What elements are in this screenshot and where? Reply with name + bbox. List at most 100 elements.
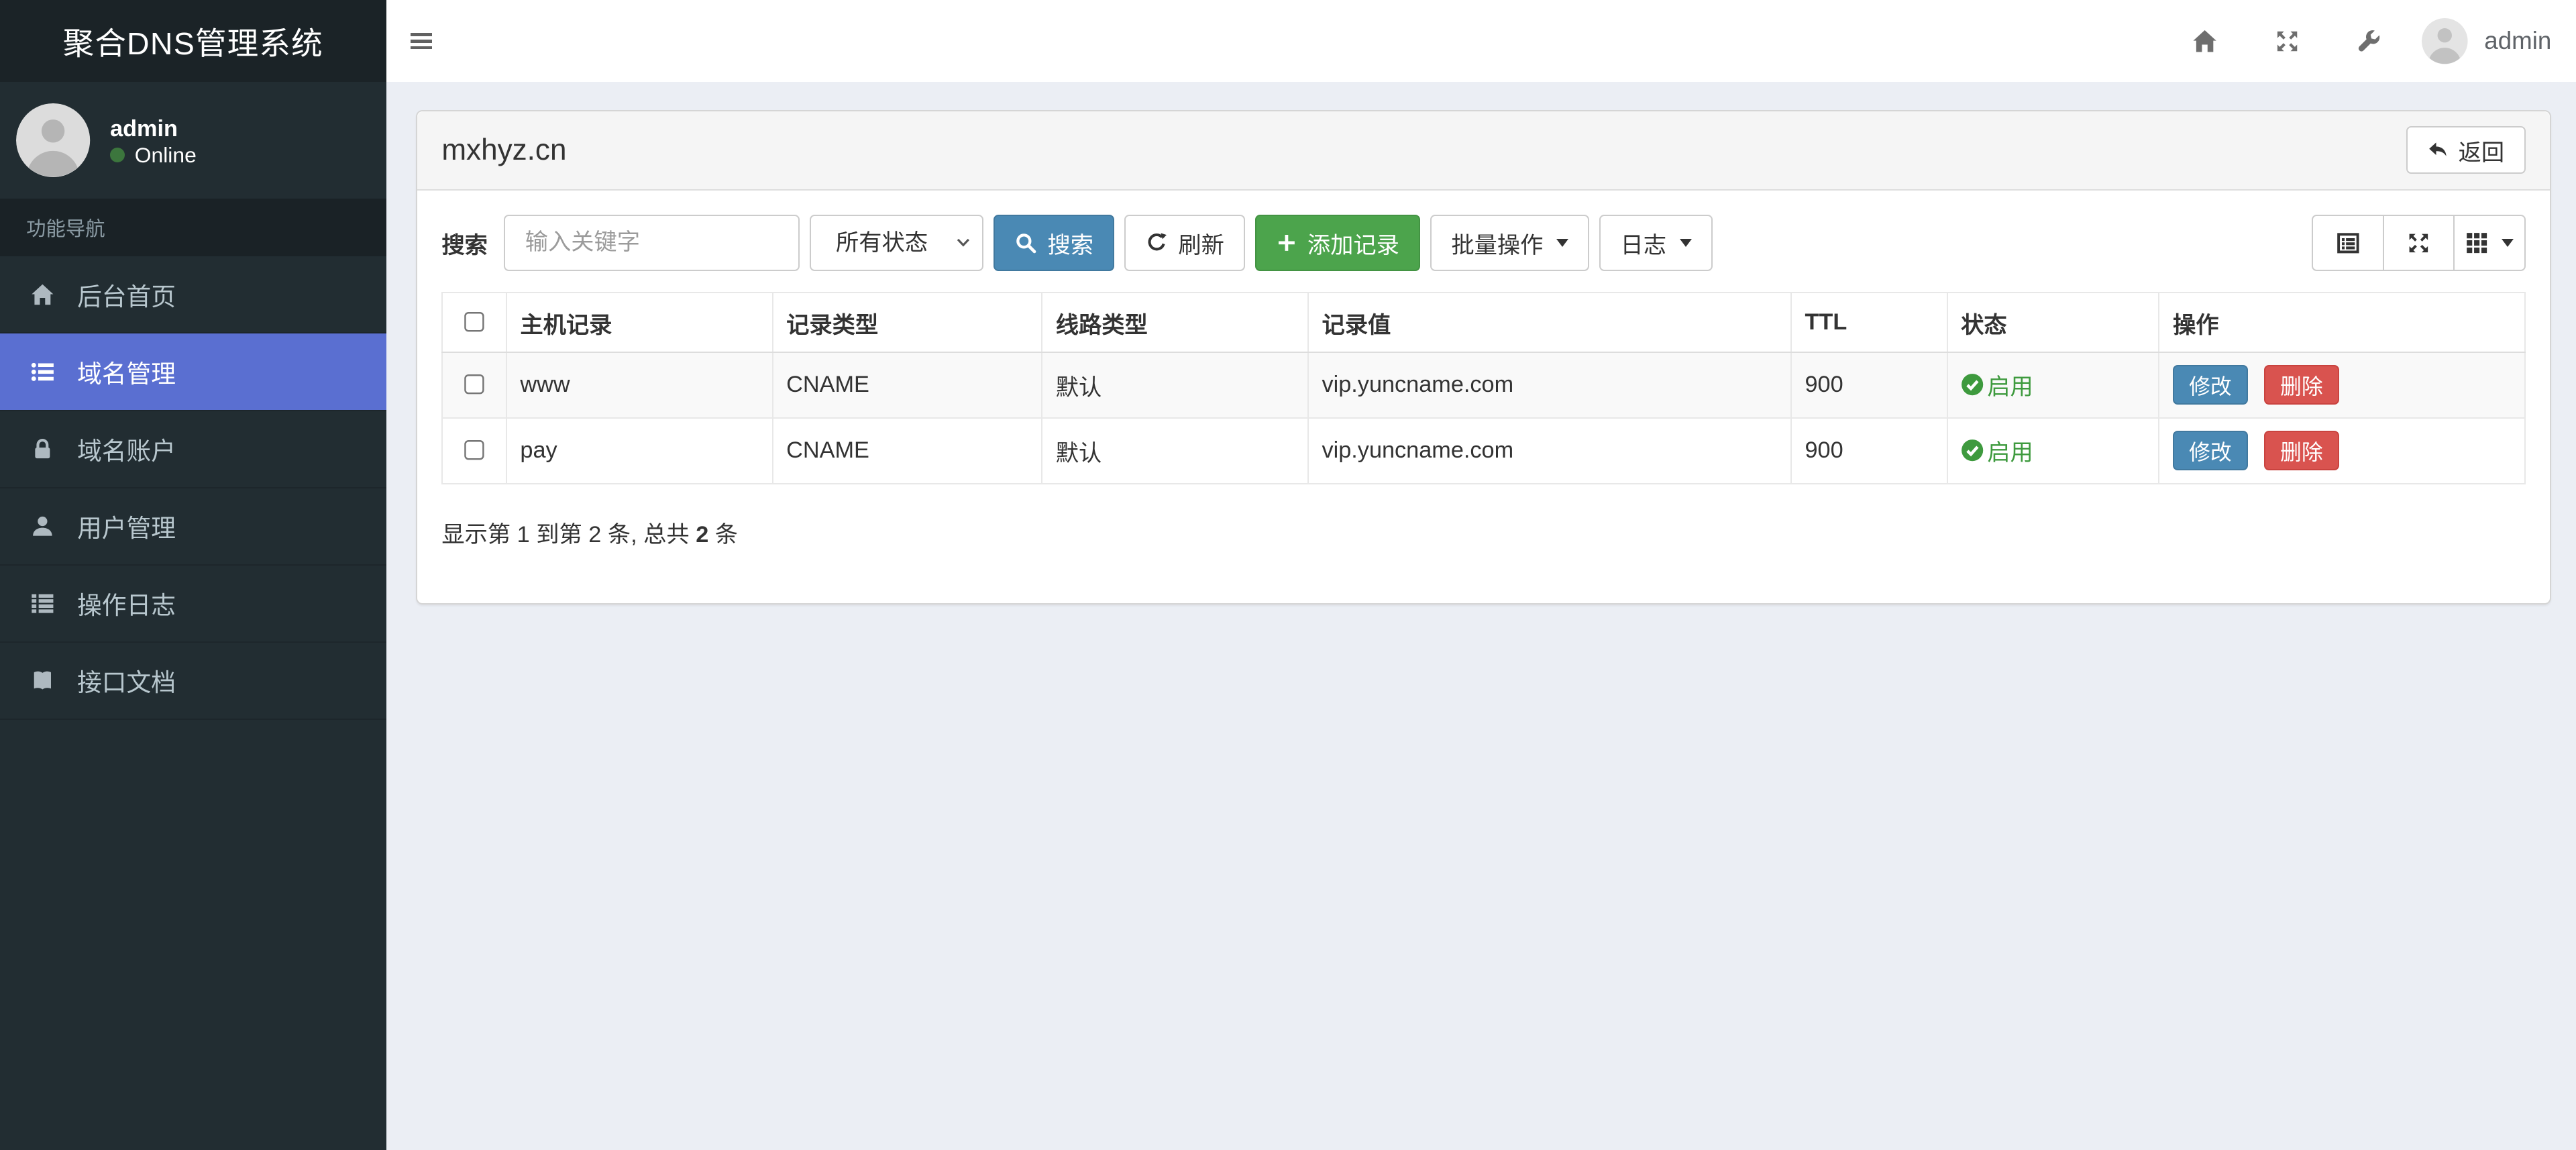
records-table: 主机记录 记录类型 线路类型 记录值 TTL 状态 操作 www CNAME 默… — [441, 292, 2526, 484]
list-icon — [26, 591, 59, 616]
column-header-status: 状态 — [1946, 292, 2160, 353]
search-icon — [1014, 231, 1037, 254]
caret-down-icon — [1556, 238, 1568, 247]
card-view-icon — [2336, 231, 2361, 256]
user-avatar — [16, 103, 91, 178]
check-circle-icon — [1962, 373, 1984, 396]
caret-down-icon — [1679, 238, 1692, 247]
cell-host: pay — [505, 417, 773, 484]
card-view-button[interactable] — [2312, 215, 2384, 271]
page-title: mxhyz.cn — [441, 133, 567, 166]
add-record-button[interactable]: 添加记录 — [1254, 215, 1421, 271]
pagination-summary: 显示第 1 到第 2 条, 总共 2 条 — [441, 522, 739, 548]
columns-dropdown-button[interactable] — [2453, 215, 2526, 271]
sidebar-user-panel: admin Online — [0, 82, 386, 199]
sidebar-item-label: 接口文档 — [77, 669, 176, 697]
cell-ttl: 900 — [1790, 417, 1948, 484]
fullscreen-icon — [2406, 231, 2431, 256]
cell-ttl: 900 — [1790, 351, 1948, 419]
column-header-host: 主机记录 — [505, 292, 773, 353]
app-screen: 聚合DNS管理系统 admin Online 功能导航 后台首页 域名管理 域名… — [0, 0, 2576, 1150]
sidebar-item-dashboard[interactable]: 后台首页 — [0, 256, 386, 334]
refresh-button[interactable]: 刷新 — [1124, 215, 1246, 271]
search-label: 搜索 — [441, 232, 488, 258]
cell-line: 默认 — [1041, 351, 1309, 419]
cell-host: www — [505, 351, 773, 419]
sidebar-item-api-doc[interactable]: 接口文档 — [0, 643, 386, 720]
check-circle-icon — [1962, 439, 1984, 462]
edit-button[interactable]: 修改 — [2173, 431, 2248, 470]
refresh-icon — [1145, 231, 1168, 254]
user-status: Online — [110, 143, 197, 168]
home-icon — [26, 282, 59, 307]
table-fullscreen-button[interactable] — [2382, 215, 2455, 271]
sidebar-item-domain-manage[interactable]: 域名管理 — [0, 333, 386, 411]
status-filter: 所有状态 — [809, 215, 984, 271]
back-button[interactable]: 返回 — [2406, 126, 2526, 174]
back-button-label: 返回 — [2458, 140, 2505, 166]
online-label: Online — [134, 142, 197, 167]
sidebar-item-label: 用户管理 — [77, 515, 176, 543]
caret-down-icon — [2501, 238, 2514, 247]
sidebar-toggle-button[interactable] — [411, 16, 460, 65]
plus-icon — [1276, 232, 1297, 254]
navbar-user-menu[interactable]: admin — [2422, 17, 2552, 64]
cell-value: vip.yuncname.com — [1307, 351, 1792, 419]
columns-grid-icon — [2465, 231, 2488, 254]
nav-section-header: 功能导航 — [0, 199, 386, 257]
top-navbar: admin — [386, 0, 2576, 83]
reply-icon — [2427, 140, 2449, 161]
log-dropdown-label: 日志 — [1620, 232, 1666, 258]
row-checkbox[interactable] — [464, 439, 485, 462]
column-header-actions: 操作 — [2158, 292, 2526, 353]
cell-type: CNAME — [771, 351, 1043, 419]
cell-type: CNAME — [771, 417, 1043, 484]
user-icon — [26, 514, 59, 539]
book-icon — [26, 668, 59, 693]
status-badge: 启用 — [1961, 433, 2033, 467]
domain-records-panel: mxhyz.cn 返回 搜索 所有状态 — [415, 110, 2552, 605]
online-dot-icon — [110, 148, 125, 163]
add-record-label: 添加记录 — [1307, 232, 1399, 258]
sidebar-item-label: 域名管理 — [77, 360, 176, 388]
table-header-row: 主机记录 记录类型 线路类型 记录值 TTL 状态 操作 — [441, 292, 2526, 353]
fullscreen-icon[interactable] — [2257, 11, 2316, 70]
app-logo[interactable]: 聚合DNS管理系统 — [0, 0, 386, 83]
table-row: pay CNAME 默认 vip.yuncname.com 900 启用 修改 … — [441, 417, 2526, 484]
delete-button[interactable]: 删除 — [2263, 365, 2339, 405]
navbar-username: admin — [2484, 27, 2552, 55]
edit-button[interactable]: 修改 — [2173, 365, 2248, 405]
delete-button[interactable]: 删除 — [2263, 431, 2339, 470]
column-header-ttl: TTL — [1790, 292, 1948, 353]
sidebar: 聚合DNS管理系统 admin Online 功能导航 后台首页 域名管理 域名… — [0, 0, 386, 1150]
sidebar-item-domain-account[interactable]: 域名账户 — [0, 411, 386, 488]
sidebar-username: admin — [110, 115, 178, 142]
column-header-type: 记录类型 — [771, 292, 1043, 353]
search-input[interactable] — [504, 215, 800, 271]
main-area: admin mxhyz.cn 返回 搜索 输入关键字 所有状态 搜索 刷新 添加… — [386, 0, 2576, 1150]
column-header-value: 记录值 — [1307, 292, 1792, 353]
toolbar: 搜索 所有状态 搜索 — [441, 215, 2526, 271]
table-view-button-group — [2312, 215, 2526, 271]
batch-actions-label: 批量操作 — [1451, 232, 1544, 258]
avatar — [2422, 17, 2468, 64]
log-dropdown[interactable]: 日志 — [1599, 215, 1713, 271]
row-checkbox[interactable] — [464, 374, 485, 396]
sidebar-item-operation-log[interactable]: 操作日志 — [0, 566, 386, 643]
navbar-right: admin — [2176, 11, 2551, 70]
sidebar-nav: 后台首页 域名管理 域名账户 用户管理 操作日志 接口文档 — [0, 256, 386, 720]
select-all-checkbox[interactable] — [464, 311, 485, 333]
wrench-icon[interactable] — [2340, 11, 2399, 70]
sidebar-item-user-manage[interactable]: 用户管理 — [0, 488, 386, 566]
status-filter-select[interactable]: 所有状态 — [809, 215, 984, 271]
search-button[interactable]: 搜索 — [994, 215, 1115, 271]
search-button-label: 搜索 — [1047, 232, 1093, 258]
home-icon[interactable] — [2176, 11, 2235, 70]
status-badge: 启用 — [1961, 368, 2033, 401]
content-area: mxhyz.cn 返回 搜索 所有状态 — [386, 82, 2576, 1150]
sidebar-item-label: 操作日志 — [77, 592, 176, 620]
batch-actions-dropdown[interactable]: 批量操作 — [1430, 215, 1590, 271]
cell-value: vip.yuncname.com — [1307, 417, 1792, 484]
column-header-line: 线路类型 — [1041, 292, 1309, 353]
sidebar-item-label: 域名账户 — [77, 437, 176, 466]
